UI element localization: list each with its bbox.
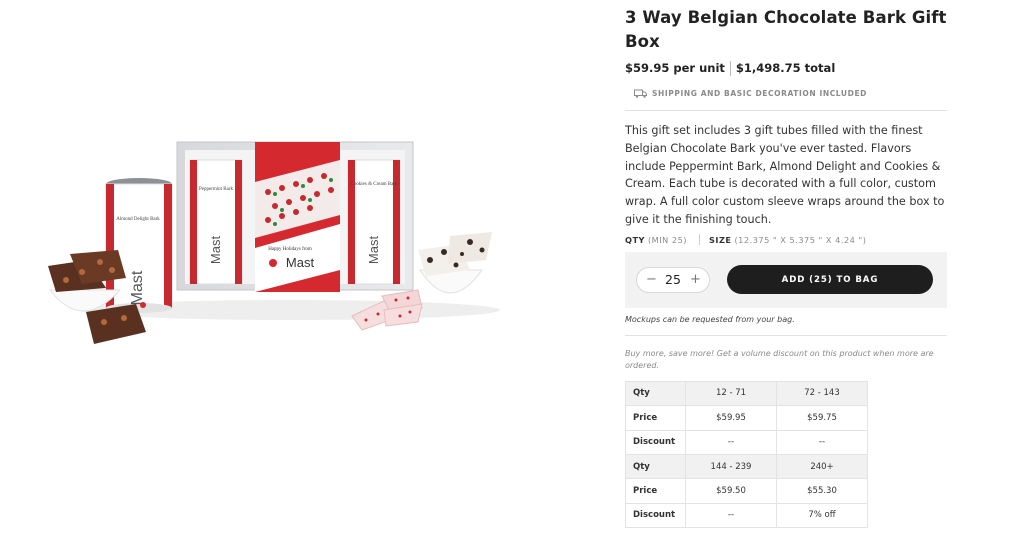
size-label: SIZE — [709, 234, 732, 245]
qty-label: QTY — [625, 234, 645, 245]
table-cell: -- — [685, 502, 777, 529]
svg-text:Happy Holidays from: Happy Holidays from — [268, 247, 312, 252]
table-cell: $59.95 — [685, 405, 777, 431]
table-cell: 12 - 71 — [685, 380, 777, 407]
volume-pricing-table: Qty 12 - 71 72 - 143 Price $59.95 $59.75 Disco… — [625, 380, 868, 529]
divider — [625, 334, 947, 336]
svg-text:Mast: Mast — [208, 236, 223, 265]
product-title-line2: Box — [625, 32, 660, 51]
divider — [625, 110, 947, 111]
unit-price: $59.95 per unit — [625, 61, 725, 75]
svg-text:Mast: Mast — [129, 270, 146, 305]
gift-box-illustration: Peppermint Bark Mast Cookies & Cream Bar… — [48, 141, 500, 344]
add-to-bag-panel: − 25 + ADD (25) TO BAG — [625, 251, 947, 308]
svg-text:Mast: Mast — [286, 255, 315, 270]
decrement-button[interactable]: − — [646, 272, 657, 287]
total-price: $1,498.75 total — [735, 61, 836, 75]
row-label-cell: Discount — [625, 502, 686, 529]
qty-min: (MIN 25) — [647, 234, 687, 245]
table-row: Discount -- -- — [625, 429, 868, 455]
table-row: Discount -- 7% off — [625, 502, 868, 529]
row-label-cell: Qty — [625, 453, 686, 480]
table-cell: $59.50 — [685, 478, 777, 504]
table-cell: 72 - 143 — [776, 380, 868, 407]
mockups-note: Mockups can be requested from your bag. — [625, 314, 795, 324]
quantity-value[interactable]: 25 — [665, 272, 681, 287]
gift-box: Peppermint Bark Mast Cookies & Cream Bar… — [176, 141, 414, 292]
truck-icon — [634, 89, 647, 98]
table-cell: 240+ — [776, 453, 868, 480]
svg-text:Peppermint Bark: Peppermint Bark — [199, 187, 234, 192]
table-cell: -- — [776, 429, 868, 455]
row-label-cell: Price — [625, 478, 686, 504]
increment-button[interactable]: + — [690, 272, 701, 287]
product-title-line1: 3 Way Belgian Chocolate Bark Gift — [625, 8, 947, 27]
product-description: This gift set includes 3 gift tubes fill… — [625, 124, 945, 226]
row-label-cell: Price — [625, 405, 686, 431]
table-cell: $55.30 — [776, 478, 868, 504]
shipping-note: SHIPPING AND BASIC DECORATION INCLUDED — [625, 86, 947, 100]
table-row: Qty 12 - 71 72 - 143 — [625, 380, 868, 407]
cookies-cream-bowl — [418, 232, 492, 294]
product-meta: QTY (MIN 25) SIZE (12.375 " X 5.375 " X … — [625, 234, 947, 246]
price-row: $59.95 per unit $1,498.75 total — [625, 60, 947, 76]
price-separator — [729, 60, 731, 76]
table-cell: $59.75 — [776, 405, 868, 431]
product-image: Peppermint Bark Mast Cookies & Cream Bar… — [30, 120, 510, 370]
product-info: 3 Way Belgian Chocolate Bark Gift Box $5… — [625, 6, 947, 529]
quantity-stepper[interactable]: − 25 + — [636, 266, 710, 293]
table-cell: 7% off — [776, 502, 868, 529]
svg-text:Mast: Mast — [366, 236, 381, 265]
row-label-cell: Discount — [625, 429, 686, 455]
table-row: Price $59.50 $55.30 — [625, 478, 868, 504]
volume-discount-note: Buy more, save more! Get a volume discou… — [625, 348, 934, 370]
table-cell: -- — [685, 429, 777, 455]
row-label-cell: Qty — [625, 380, 686, 407]
product-title: 3 Way Belgian Chocolate Bark Gift Box — [625, 6, 947, 54]
size-value: (12.375 " X 5.375 " X 4.24 ") — [734, 234, 867, 245]
svg-text:Cookies & Cream Bark: Cookies & Cream Bark — [350, 182, 398, 187]
add-to-bag-button[interactable]: ADD (25) TO BAG — [727, 265, 933, 295]
table-row: Price $59.95 $59.75 — [625, 405, 868, 431]
meta-separator — [699, 234, 700, 246]
shipping-text: SHIPPING AND BASIC DECORATION INCLUDED — [652, 88, 867, 98]
table-row: Qty 144 - 239 240+ — [625, 453, 868, 480]
svg-text:Almond Delight Bark: Almond Delight Bark — [116, 217, 160, 222]
table-cell: 144 - 239 — [685, 453, 777, 480]
gift-sleeve: Happy Holidays from Mast — [255, 142, 340, 292]
